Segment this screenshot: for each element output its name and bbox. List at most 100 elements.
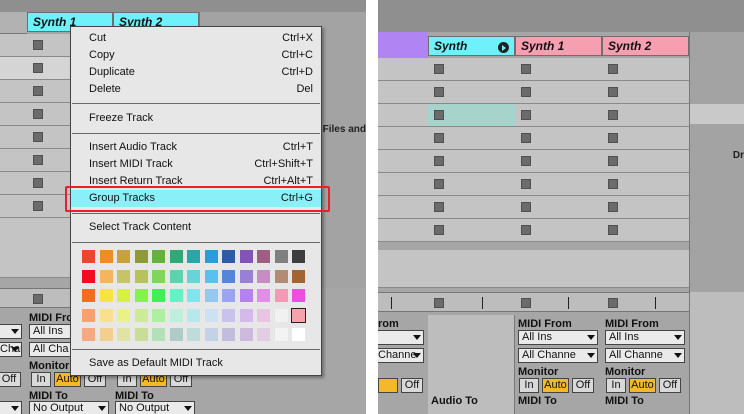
color-swatch[interactable] <box>134 328 148 341</box>
clip-slot[interactable] <box>0 195 27 218</box>
midi-to-dropdown[interactable]: No Output <box>115 401 195 414</box>
clip-slot[interactable] <box>515 196 602 219</box>
clip-slot[interactable] <box>515 150 602 173</box>
color-swatch[interactable] <box>117 269 130 283</box>
color-swatch[interactable] <box>222 250 235 263</box>
color-swatch[interactable] <box>187 250 200 263</box>
color-swatch[interactable] <box>169 289 183 302</box>
midi-from-dropdown[interactable]: All Ins <box>518 330 598 345</box>
color-swatch[interactable] <box>152 250 165 263</box>
color-swatch[interactable] <box>117 328 130 341</box>
clip-slot[interactable] <box>378 250 428 288</box>
midi-from-dropdown[interactable] <box>0 324 22 339</box>
clip-slot[interactable] <box>428 250 515 288</box>
clip-slot[interactable] <box>428 196 515 219</box>
monitor-off-button[interactable]: Off <box>401 378 423 393</box>
clip-slot[interactable] <box>428 81 515 104</box>
color-swatch[interactable] <box>152 289 165 302</box>
clip-slot[interactable] <box>0 172 27 195</box>
menu-item-insert-return-track[interactable]: Insert Return Track Ctrl+Alt+T <box>71 173 321 187</box>
color-swatch[interactable] <box>134 250 148 263</box>
color-swatch[interactable] <box>82 328 95 341</box>
clip-slot[interactable] <box>428 58 515 81</box>
color-swatch[interactable] <box>152 328 165 341</box>
color-swatch[interactable] <box>134 289 148 302</box>
color-swatch[interactable] <box>99 250 113 263</box>
stop-clips-icon[interactable] <box>434 298 444 308</box>
stop-clips-icon[interactable] <box>33 294 43 304</box>
color-swatch[interactable] <box>222 269 235 283</box>
color-swatch[interactable] <box>82 269 95 283</box>
color-swatch[interactable] <box>274 328 288 341</box>
clip-slot[interactable] <box>378 173 428 196</box>
color-swatch[interactable] <box>239 308 253 322</box>
color-swatch[interactable] <box>257 250 270 263</box>
color-swatch[interactable] <box>257 308 270 322</box>
menu-item-delete[interactable]: Delete Del <box>71 81 321 98</box>
color-swatch[interactable] <box>222 328 235 341</box>
color-swatch[interactable] <box>204 250 218 263</box>
color-swatch[interactable] <box>292 289 305 302</box>
color-swatch[interactable] <box>239 250 253 263</box>
stop-clips-icon[interactable] <box>608 298 618 308</box>
clip-slot[interactable] <box>0 34 27 57</box>
clip-slot[interactable] <box>0 149 27 172</box>
menu-item-freeze-track[interactable]: Freeze Track <box>71 110 321 127</box>
clip-slot[interactable] <box>378 127 428 150</box>
clip-slot[interactable] <box>602 127 689 150</box>
group-play-icon[interactable] <box>498 42 509 53</box>
color-swatch[interactable] <box>169 328 183 341</box>
color-swatch[interactable] <box>82 250 95 263</box>
clip-slot[interactable] <box>602 173 689 196</box>
color-swatch[interactable] <box>274 289 288 302</box>
clip-slot[interactable] <box>428 219 515 242</box>
color-swatch[interactable] <box>187 269 200 283</box>
midi-from-dropdown[interactable]: All Ins <box>605 330 685 345</box>
clip-slot[interactable] <box>602 104 689 127</box>
color-swatch[interactable] <box>152 308 165 322</box>
clip-slot[interactable] <box>428 173 515 196</box>
midi-channel-dropdown[interactable]: Channe <box>0 342 22 357</box>
clip-slot[interactable] <box>378 196 428 219</box>
midi-to-dropdown[interactable]: No Output <box>29 401 109 414</box>
color-swatch[interactable] <box>292 250 305 263</box>
color-swatch[interactable] <box>204 308 218 322</box>
color-swatch[interactable] <box>204 269 218 283</box>
monitor-auto-button[interactable]: Auto <box>542 378 569 393</box>
color-swatch[interactable] <box>257 328 270 341</box>
clip-slot[interactable] <box>515 58 602 81</box>
clip-slot[interactable] <box>515 104 602 127</box>
menu-item-insert-midi-track[interactable]: Insert MIDI Track Ctrl+Shift+T <box>71 156 321 173</box>
color-swatch[interactable] <box>257 269 270 283</box>
color-swatch[interactable] <box>257 289 270 302</box>
clip-slot[interactable] <box>515 219 602 242</box>
color-swatch[interactable] <box>222 289 235 302</box>
color-swatch[interactable] <box>204 328 218 341</box>
color-swatch[interactable] <box>204 289 218 302</box>
menu-item-copy[interactable]: Copy Ctrl+C <box>71 47 321 64</box>
stop-clips-icon[interactable] <box>521 298 531 308</box>
monitor-in-button[interactable]: In <box>519 378 539 393</box>
midi-from-dropdown[interactable] <box>378 330 424 345</box>
menu-item-save-default-midi-track[interactable]: Save as Default MIDI Track <box>71 355 321 372</box>
color-swatch[interactable] <box>117 289 130 302</box>
color-swatch[interactable] <box>82 308 95 322</box>
clip-slot[interactable] <box>378 219 428 242</box>
track-header-synth-1[interactable]: Synth 1 <box>515 36 602 56</box>
clip-slot[interactable] <box>428 127 515 150</box>
color-swatch[interactable] <box>239 269 253 283</box>
menu-item-insert-audio-track[interactable]: Insert Audio Track Ctrl+T <box>71 139 321 156</box>
color-swatch[interactable] <box>152 269 165 283</box>
monitor-auto-button[interactable] <box>378 378 398 393</box>
menu-item-select-track-content[interactable]: Select Track Content <box>71 219 321 236</box>
clip-slot[interactable] <box>602 58 689 81</box>
color-swatch[interactable] <box>99 269 113 283</box>
color-swatch[interactable] <box>99 308 113 322</box>
color-swatch[interactable] <box>169 269 183 283</box>
midi-channel-dropdown[interactable]: All Channe <box>605 348 685 363</box>
color-swatch[interactable] <box>82 289 95 302</box>
color-swatch[interactable] <box>117 308 130 322</box>
clip-slot[interactable] <box>378 81 428 104</box>
clip-slot[interactable] <box>0 57 27 80</box>
clip-slot[interactable] <box>515 127 602 150</box>
